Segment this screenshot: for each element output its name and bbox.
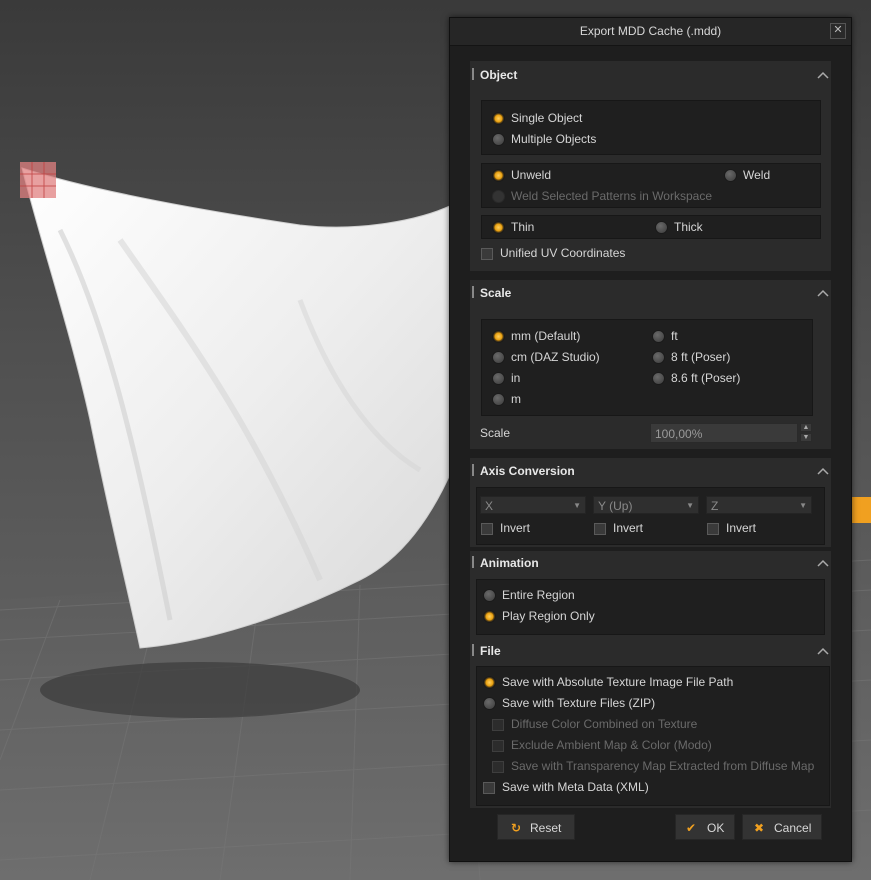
spin-down-icon[interactable]: ▼ <box>800 433 812 442</box>
file-section-title: File <box>480 644 501 658</box>
axis-group: X ▼ Y (Up) ▼ Z ▼ Invert Invert Invert <box>476 487 825 545</box>
x-axis-select[interactable]: X ▼ <box>480 496 586 514</box>
reset-button[interactable]: ↻ Reset <box>497 814 575 840</box>
dialog-title: Export MDD Cache (.mdd) <box>579 24 722 38</box>
dialog-titlebar[interactable]: Export MDD Cache (.mdd) ✕ <box>450 18 851 46</box>
side-panel-tab[interactable] <box>851 497 871 523</box>
scale-section-title: Scale <box>480 286 512 300</box>
scale-section-header[interactable]: Scale <box>470 281 831 305</box>
file-section: File Save with Absolute Texture Image Fi… <box>470 639 831 808</box>
animation-group: Entire Region Play Region Only <box>476 579 825 635</box>
y-axis-select[interactable]: Y (Up) ▼ <box>593 496 699 514</box>
collapse-chevron-icon[interactable] <box>817 465 829 477</box>
animation-section: Animation Entire Region Play Region Only <box>470 551 831 639</box>
animation-section-title: Animation <box>480 556 539 570</box>
weld-group: Unweld Weld Weld Selected Patterns in Wo… <box>481 163 821 208</box>
collapse-chevron-icon[interactable] <box>817 287 829 299</box>
cancel-x-icon: ✖ <box>754 821 765 835</box>
pinned-patch <box>20 162 56 198</box>
object-mode-group: Single Object Multiple Objects <box>481 100 821 155</box>
scale-section: Scale mm (Default) cm (DAZ Studio) in m … <box>470 280 831 449</box>
dropdown-arrow-icon: ▼ <box>799 501 807 510</box>
cloth-shadow <box>40 662 360 718</box>
ok-button[interactable]: ✔ OK <box>675 814 735 840</box>
export-mdd-dialog: Export MDD Cache (.mdd) ✕ Object Single … <box>449 17 852 862</box>
axis-section-title: Axis Conversion <box>480 464 575 478</box>
collapse-chevron-icon[interactable] <box>817 557 829 569</box>
spin-up-icon[interactable]: ▲ <box>800 423 812 432</box>
scale-value-input[interactable]: 100,00% <box>650 423 798 443</box>
collapse-chevron-icon[interactable] <box>817 69 829 81</box>
collapse-chevron-icon[interactable] <box>817 645 829 657</box>
close-button[interactable]: ✕ <box>830 23 846 39</box>
animation-section-header[interactable]: Animation <box>470 551 831 575</box>
cancel-button[interactable]: ✖ Cancel <box>742 814 822 840</box>
file-section-header[interactable]: File <box>470 639 831 663</box>
check-icon: ✔ <box>686 821 697 835</box>
radio-selected-icon <box>492 112 505 125</box>
object-section-title: Object <box>480 68 518 82</box>
object-section: Object Single Object Multiple Objects Un… <box>470 61 831 271</box>
scale-spinner[interactable]: ▲ ▼ <box>800 423 812 443</box>
thickness-group: Thin Thick <box>481 215 821 239</box>
file-options-group: Save with Absolute Texture Image File Pa… <box>476 666 830 806</box>
dropdown-arrow-icon: ▼ <box>573 501 581 510</box>
reset-icon: ↻ <box>511 821 522 835</box>
z-axis-select[interactable]: Z ▼ <box>706 496 812 514</box>
scale-unit-group: mm (Default) cm (DAZ Studio) in m ft 8 f… <box>481 319 813 416</box>
dropdown-arrow-icon: ▼ <box>686 501 694 510</box>
axis-conversion-section: Axis Conversion X ▼ Y (Up) ▼ Z ▼ Invert Inv… <box>470 458 831 547</box>
axis-section-header[interactable]: Axis Conversion <box>470 459 831 483</box>
object-section-header[interactable]: Object <box>470 63 831 87</box>
scale-label: Scale <box>480 426 511 440</box>
